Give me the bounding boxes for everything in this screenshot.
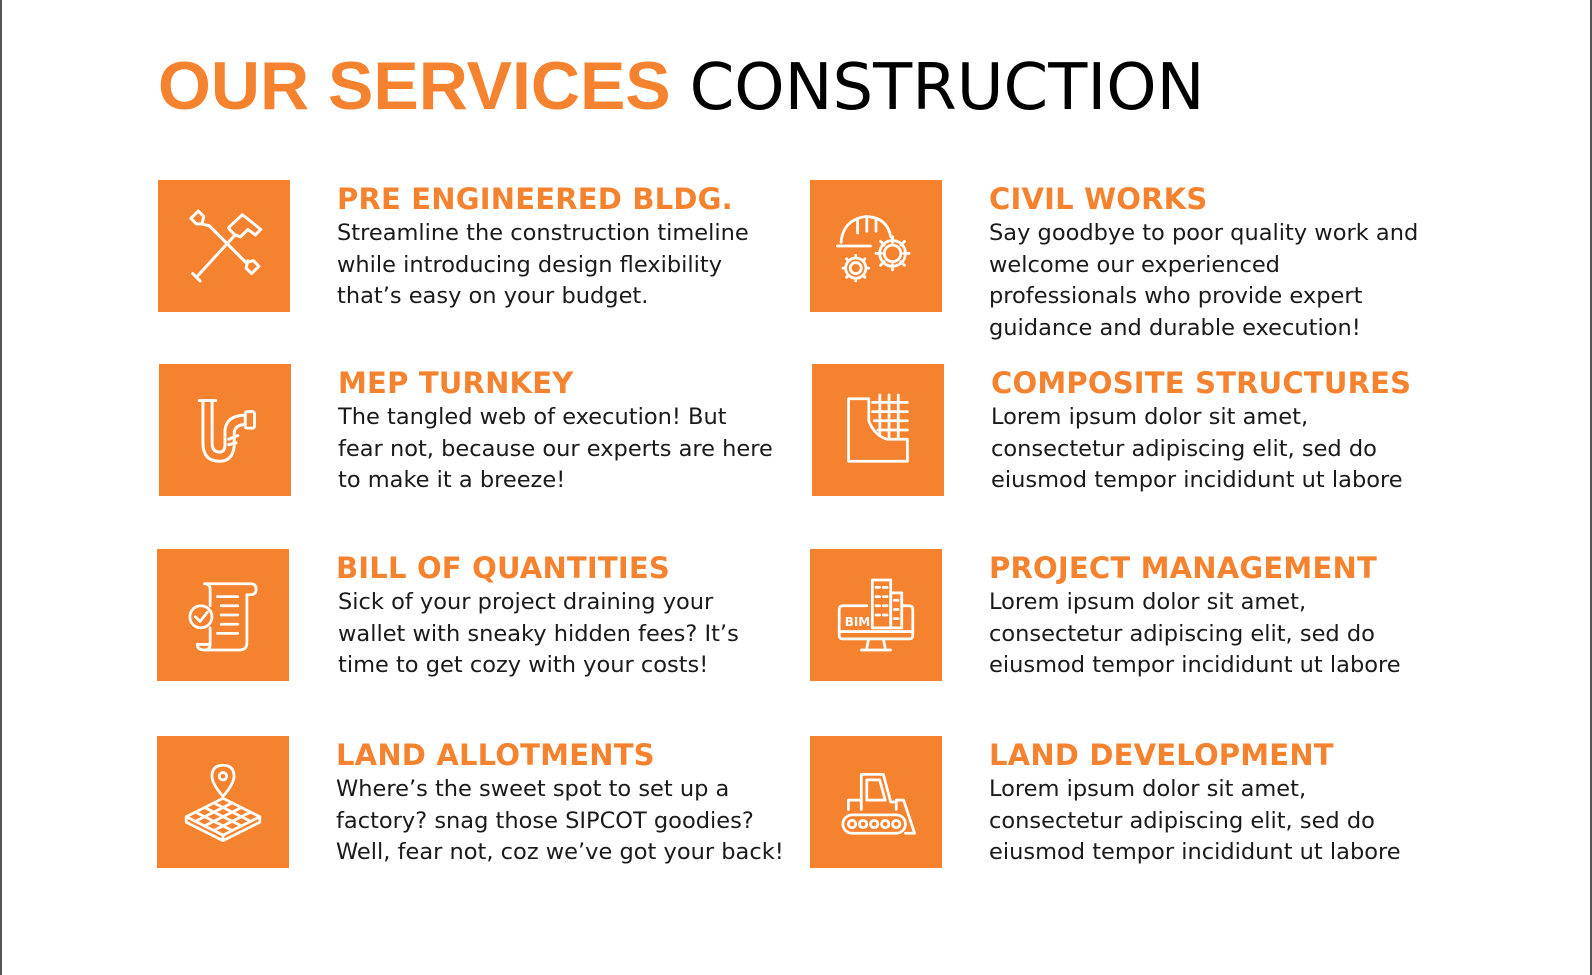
service-icon-box bbox=[157, 549, 289, 681]
service-description: Say goodbye to poor quality work and wel… bbox=[989, 220, 1419, 341]
service-title: BILL OF QUANTITIES bbox=[336, 551, 670, 585]
service-icon-box bbox=[810, 736, 942, 868]
service-text: PROJECT MANAGEMENT Lorem ipsum dolor sit… bbox=[989, 549, 1459, 682]
service-title: COMPOSITE STRUCTURES bbox=[991, 366, 1412, 400]
service-title: LAND ALLOTMENTS bbox=[336, 738, 655, 772]
service-description: Lorem ipsum dolor sit amet, consectetur … bbox=[991, 404, 1403, 493]
service-icon-box bbox=[812, 364, 944, 496]
service-description: Where’s the sweet spot to set up a facto… bbox=[336, 776, 784, 865]
page-title: OUR SERVICES CONSTRUCTION bbox=[158, 46, 1204, 128]
service-text: LAND ALLOTMENTS Where’s the sweet spot t… bbox=[336, 736, 806, 869]
service-mep-turnkey: MEP TURNKEY The tangled web of execution… bbox=[159, 364, 809, 534]
service-project-management: BIM PROJECT MANAGEMENT Lorem ipsum dolor… bbox=[810, 549, 1460, 719]
service-icon-box: BIM bbox=[810, 549, 942, 681]
service-icon-box bbox=[157, 736, 289, 868]
tools-icon bbox=[189, 209, 263, 283]
service-description: Streamline the construction timeline whi… bbox=[337, 220, 749, 309]
service-description: Sick of your project draining your walle… bbox=[338, 589, 739, 678]
service-text: COMPOSITE STRUCTURES Lorem ipsum dolor s… bbox=[991, 364, 1461, 497]
service-title: CIVIL WORKS bbox=[989, 182, 1208, 216]
service-text: MEP TURNKEY The tangled web of execution… bbox=[338, 364, 808, 497]
service-text: LAND DEVELOPMENT Lorem ipsum dolor sit a… bbox=[989, 736, 1459, 869]
service-title: LAND DEVELOPMENT bbox=[989, 738, 1334, 772]
structure-grid-icon bbox=[847, 393, 909, 463]
service-bill-of-quantities: BILL OF QUANTITIES Sick of your project … bbox=[157, 549, 807, 719]
service-land-development: LAND DEVELOPMENT Lorem ipsum dolor sit a… bbox=[810, 736, 1460, 906]
service-text: BILL OF QUANTITIES Sick of your project … bbox=[336, 549, 808, 682]
service-description: Lorem ipsum dolor sit amet, consectetur … bbox=[989, 589, 1401, 678]
service-title: PROJECT MANAGEMENT bbox=[989, 551, 1377, 585]
title-accent: OUR SERVICES bbox=[158, 48, 671, 124]
service-text: PRE ENGINEERED BLDG. Streamline the cons… bbox=[337, 180, 807, 313]
title-main: CONSTRUCTION bbox=[689, 51, 1205, 125]
helmet-gears-icon bbox=[835, 215, 911, 283]
service-title: MEP TURNKEY bbox=[338, 366, 574, 400]
bim-label: BIM bbox=[845, 615, 870, 629]
service-civil-works: CIVIL WORKS Say goodbye to poor quality … bbox=[810, 180, 1460, 350]
bim-monitor-icon: BIM bbox=[837, 578, 915, 652]
service-pre-engineered-bldg: PRE ENGINEERED BLDG. Streamline the cons… bbox=[158, 180, 808, 350]
service-land-allotments: LAND ALLOTMENTS Where’s the sweet spot t… bbox=[157, 736, 807, 906]
service-icon-box bbox=[159, 364, 291, 496]
land-pin-icon bbox=[184, 763, 262, 843]
service-description: The tangled web of execution! But fear n… bbox=[338, 404, 773, 493]
pipe-icon bbox=[197, 399, 256, 463]
service-icon-box bbox=[158, 180, 290, 312]
service-text: CIVIL WORKS Say goodbye to poor quality … bbox=[989, 180, 1459, 344]
bill-scroll-icon bbox=[188, 582, 258, 652]
service-icon-box bbox=[810, 180, 942, 312]
service-composite-structures: COMPOSITE STRUCTURES Lorem ipsum dolor s… bbox=[812, 364, 1462, 534]
bulldozer-icon bbox=[841, 773, 917, 835]
service-description: Lorem ipsum dolor sit amet, consectetur … bbox=[989, 776, 1401, 865]
service-title: PRE ENGINEERED BLDG. bbox=[337, 182, 733, 216]
